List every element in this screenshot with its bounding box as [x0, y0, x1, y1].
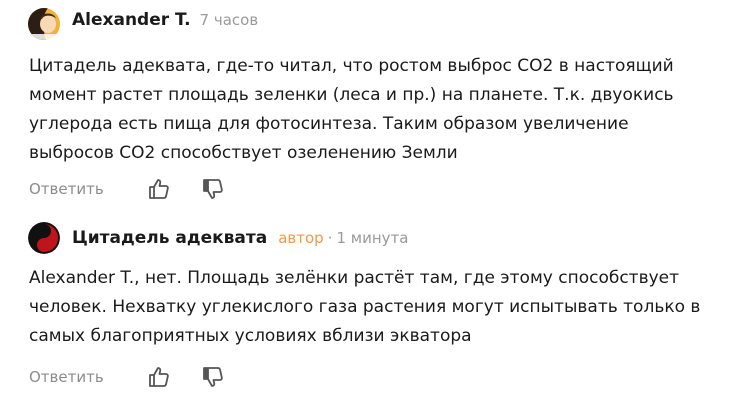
thumb-down-icon[interactable] [201, 177, 225, 201]
avatar[interactable] [28, 8, 60, 40]
thumb-up-icon[interactable] [147, 365, 171, 389]
separator-dot: · [327, 229, 333, 247]
thumb-up-icon[interactable] [147, 177, 171, 201]
author-name[interactable]: Alexander T. [72, 10, 191, 30]
comments-thread: Alexander T. 7 часов Цитадель адеквата, … [0, 0, 752, 401]
comment-text: Цитадель адеквата, где-то читал, что рос… [29, 56, 674, 163]
thumb-down-icon[interactable] [201, 365, 225, 389]
comment-header: Alexander T. 7 часов [72, 10, 258, 38]
comment: Alexander T. 7 часов Цитадель адеквата, … [0, 0, 752, 208]
comment-time[interactable]: 7 часов [200, 11, 259, 29]
comment-actions: Ответить [29, 364, 225, 390]
avatar[interactable] [28, 222, 60, 254]
author-name[interactable]: Цитадель адеквата [72, 228, 267, 248]
comment: Цитадель адеквата автор · 1 минута Alexa… [0, 212, 752, 401]
comment-text: Alexander T., нет. Площадь зелёнки растё… [29, 268, 701, 346]
comment-actions: Ответить [29, 176, 225, 202]
comment-header: Цитадель адеквата автор · 1 минута [72, 228, 408, 256]
reply-button[interactable]: Ответить [29, 368, 147, 386]
reply-button[interactable]: Ответить [29, 180, 147, 198]
author-badge: автор [278, 229, 324, 247]
yin-yang-avatar-icon [28, 222, 60, 254]
user-avatar-icon [28, 8, 60, 40]
comment-time[interactable]: 1 минута [336, 229, 408, 247]
